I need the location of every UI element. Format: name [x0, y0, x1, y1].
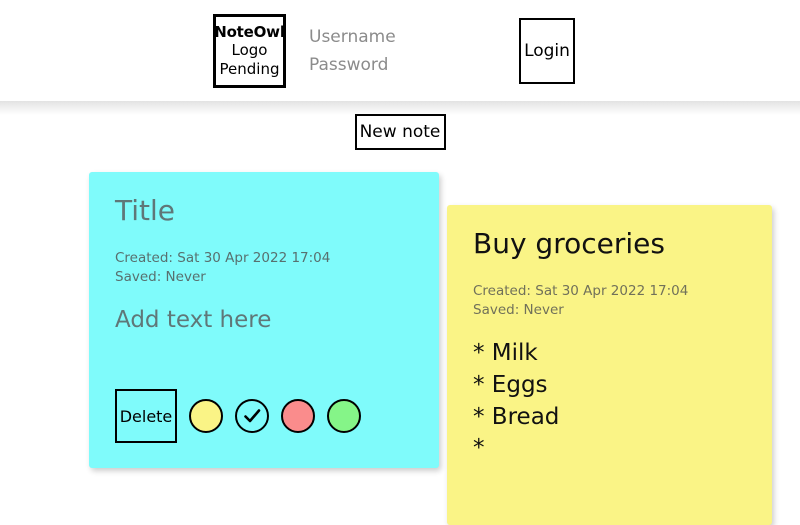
login-button[interactable]: Login [519, 17, 575, 84]
toolbar: New note [0, 114, 800, 150]
delete-button[interactable]: Delete [115, 389, 177, 443]
note-title[interactable]: Title [115, 195, 413, 227]
login-form [309, 26, 459, 75]
note-saved-timestamp: Saved: Never [473, 301, 564, 318]
new-note-button[interactable]: New note [354, 114, 446, 150]
logo-brand-name: NoteOwl [214, 22, 285, 41]
app-header: NoteOwl Logo Pending Login [0, 0, 800, 101]
logo-text-pending: Pending [219, 59, 280, 78]
note-title[interactable]: Buy groceries [473, 228, 746, 260]
color-swatch-green[interactable] [327, 399, 361, 433]
note-controls: Delete [115, 389, 361, 443]
note-saved-timestamp: Saved: Never [115, 268, 206, 285]
note-created-timestamp: Created: Sat 30 Apr 2022 17:04 [115, 249, 331, 266]
note-created-timestamp: Created: Sat 30 Apr 2022 17:04 [473, 282, 689, 299]
note-body-text[interactable]: Add text here [115, 305, 413, 337]
header-shadow [0, 101, 800, 115]
color-swatch-cyan[interactable] [235, 399, 269, 433]
check-icon [244, 409, 261, 423]
color-swatch-red[interactable] [281, 399, 315, 433]
logo-placeholder-box: NoteOwl Logo Pending [213, 13, 286, 88]
header-content: NoteOwl Logo Pending Login [0, 0, 800, 101]
note-card[interactable]: Title Created: Sat 30 Apr 2022 17:04 Sav… [89, 172, 439, 468]
username-input[interactable] [309, 26, 459, 47]
note-body-text[interactable]: * Milk * Eggs * Bread * [473, 338, 746, 465]
password-input[interactable] [309, 54, 459, 75]
note-card[interactable]: Buy groceries Created: Sat 30 Apr 2022 1… [447, 205, 772, 525]
logo-text-logo: Logo [231, 41, 268, 60]
color-swatch-yellow[interactable] [189, 399, 223, 433]
